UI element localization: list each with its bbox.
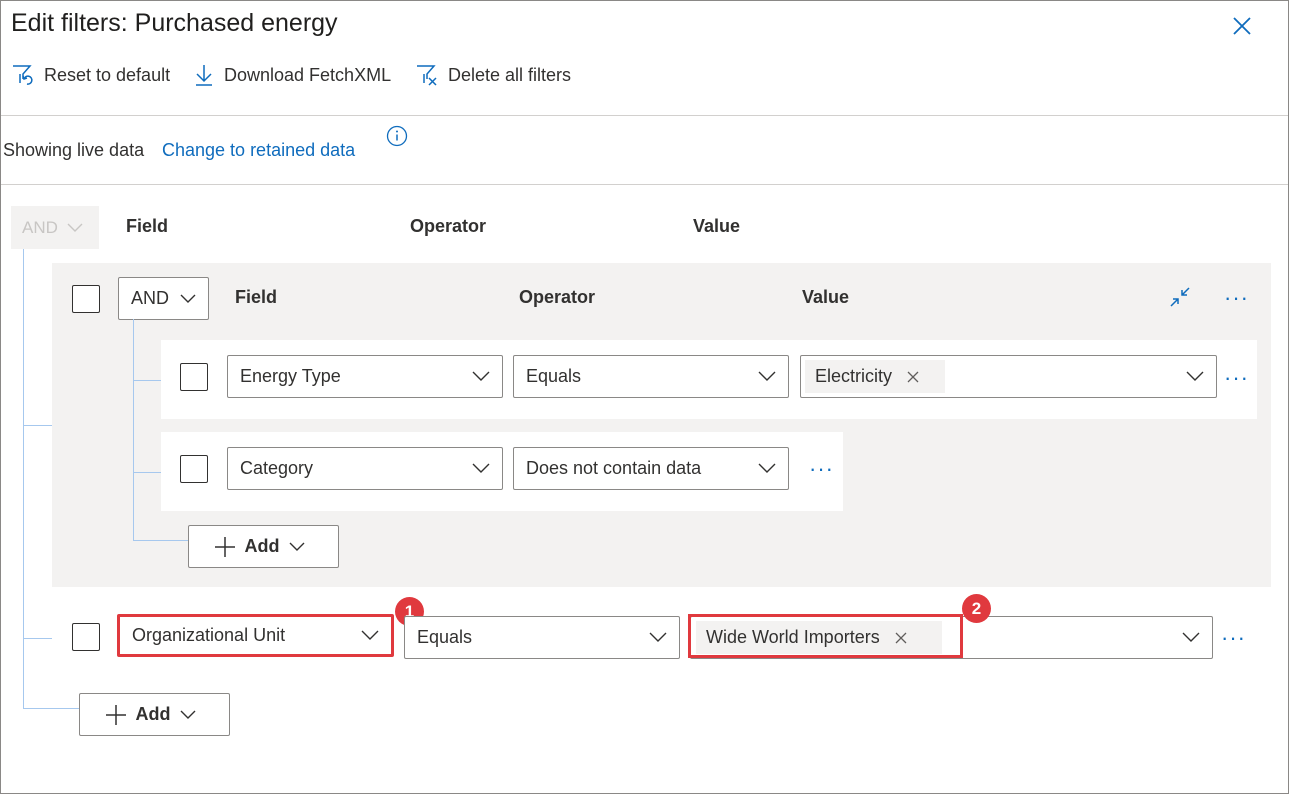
- chevron-down-icon: [472, 371, 490, 381]
- chevron-down-icon: [472, 463, 490, 473]
- value-tag-label: Electricity: [815, 366, 893, 386]
- root-operator-label: AND: [22, 217, 58, 237]
- collapse-icon: [1170, 287, 1190, 307]
- delete-all-filters-label: Delete all filters: [448, 64, 572, 85]
- field-dropdown[interactable]: Energy Type: [227, 355, 503, 398]
- chevron-down-icon: [758, 371, 776, 381]
- root-operator-header: Operator: [410, 216, 487, 236]
- plus-icon: [105, 704, 126, 725]
- tree-line: [23, 638, 52, 639]
- value-tag-label: Wide World Importers: [706, 627, 880, 647]
- group-add-label: Add: [244, 536, 280, 556]
- tree-line: [133, 472, 161, 473]
- row-more-options-button[interactable]: ···: [809, 458, 834, 480]
- field-value: Energy Type: [240, 366, 341, 386]
- divider: [1, 115, 1288, 116]
- divider: [1, 184, 1288, 185]
- row-more-options-button[interactable]: ···: [1221, 627, 1246, 649]
- tree-line: [133, 319, 134, 540]
- operator-dropdown[interactable]: Does not contain data: [513, 447, 789, 490]
- chevron-down-icon: [361, 630, 379, 640]
- remove-tag-icon[interactable]: [906, 370, 920, 384]
- chevron-down-icon: [649, 632, 667, 642]
- chevron-down-icon: [67, 223, 83, 232]
- chevron-down-icon: [1186, 371, 1204, 381]
- root-add-label: Add: [135, 704, 171, 724]
- data-source-status: Showing live data: [3, 140, 145, 160]
- field-value: Organizational Unit: [132, 625, 286, 645]
- group-and-operator-dropdown[interactable]: AND: [118, 277, 209, 320]
- download-fetchxml-label: Download FetchXML: [224, 64, 392, 85]
- collapse-group-button[interactable]: [1167, 284, 1193, 315]
- row-select-checkbox[interactable]: [180, 455, 208, 483]
- download-icon: [196, 65, 212, 86]
- tree-line: [23, 425, 52, 426]
- delete-all-filters-button[interactable]: Delete all filters: [415, 62, 571, 88]
- chevron-down-icon: [289, 542, 304, 551]
- value-highlight: Wide World Importers: [688, 614, 963, 658]
- group-operator-header: Operator: [519, 287, 596, 307]
- change-to-retained-data-link[interactable]: Change to retained data: [162, 140, 355, 161]
- operator-value: Does not contain data: [526, 458, 702, 478]
- group-add-button[interactable]: Add: [188, 525, 339, 568]
- reset-to-default-label: Reset to default: [44, 64, 171, 85]
- chevron-down-icon: [180, 710, 195, 719]
- root-add-button[interactable]: Add: [79, 693, 230, 736]
- value-tag: Electricity: [805, 360, 945, 393]
- row-more-options-button[interactable]: ···: [1224, 367, 1249, 389]
- filter-delete-icon: [417, 65, 437, 86]
- filter-reset-icon: [13, 65, 33, 85]
- row-select-checkbox[interactable]: [72, 623, 100, 651]
- close-icon: [1233, 17, 1251, 35]
- group-value-header: Value: [802, 287, 850, 307]
- more-icon: ···: [1224, 285, 1249, 310]
- field-dropdown[interactable]: Organizational Unit: [117, 614, 394, 657]
- chevron-down-icon: [180, 294, 196, 303]
- operator-value: Equals: [526, 366, 582, 386]
- operator-dropdown[interactable]: Equals: [404, 616, 680, 659]
- info-icon: [386, 125, 408, 147]
- chevron-down-icon: [1182, 632, 1200, 642]
- download-fetchxml-button[interactable]: Download FetchXML: [193, 62, 391, 88]
- operator-dropdown[interactable]: Equals: [513, 355, 789, 398]
- plus-icon: [214, 536, 235, 557]
- close-button[interactable]: [1228, 12, 1256, 40]
- dialog-title: Edit filters: Purchased energy: [11, 9, 338, 37]
- tree-line: [133, 380, 161, 381]
- value-multiselect[interactable]: Electricity: [800, 355, 1217, 398]
- remove-tag-icon[interactable]: [894, 631, 908, 645]
- tree-line: [133, 540, 189, 541]
- group-operator-label: AND: [131, 288, 170, 308]
- group-more-options-button[interactable]: ···: [1224, 287, 1249, 309]
- chevron-down-icon: [758, 463, 776, 473]
- group-field-header: Field: [235, 287, 278, 307]
- more-icon: ···: [1224, 365, 1249, 390]
- group-select-checkbox[interactable]: [72, 285, 100, 313]
- root-value-header: Value: [693, 216, 741, 236]
- row-select-checkbox[interactable]: [180, 363, 208, 391]
- value-tag: Wide World Importers: [696, 621, 942, 654]
- reset-to-default-button[interactable]: Reset to default: [11, 62, 170, 88]
- root-and-operator-dropdown: AND: [11, 206, 99, 249]
- field-dropdown[interactable]: Category: [227, 447, 503, 490]
- tree-line: [23, 249, 24, 709]
- root-field-header: Field: [126, 216, 169, 236]
- more-icon: ···: [809, 456, 834, 481]
- more-icon: ···: [1221, 625, 1246, 650]
- tree-line: [23, 708, 80, 709]
- callout-badge: 2: [962, 594, 991, 623]
- operator-value: Equals: [417, 627, 473, 647]
- field-value: Category: [240, 458, 314, 478]
- info-button[interactable]: [386, 125, 408, 152]
